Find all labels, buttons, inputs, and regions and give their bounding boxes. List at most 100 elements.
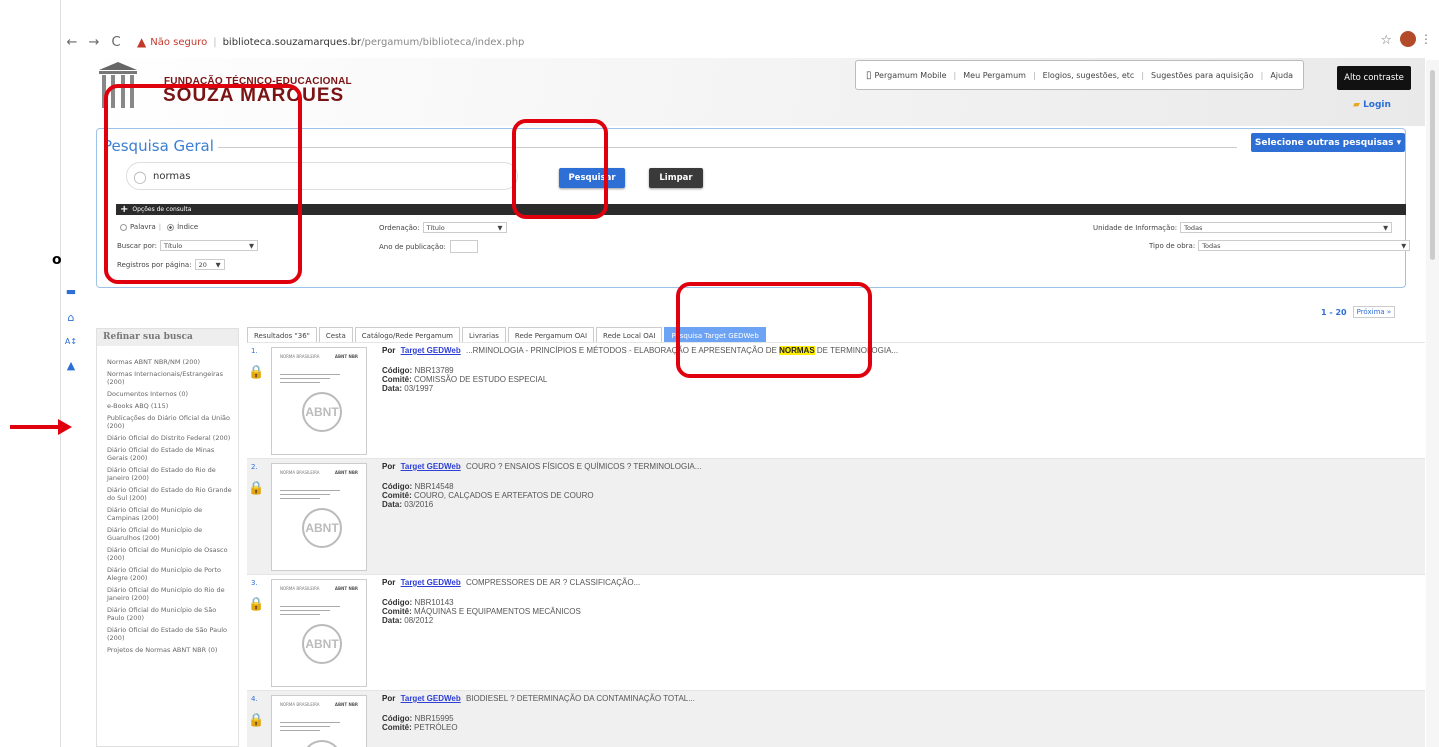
- document-thumbnail[interactable]: NORMA BRASILEIRA ABNT NBR ABNT: [271, 695, 367, 747]
- refine-item[interactable]: Projetos de Normas ABNT NBR (0): [107, 646, 232, 654]
- ordenacao-label: Ordenação:: [379, 223, 420, 232]
- annotation-box-search: [104, 84, 302, 284]
- result-number: 3.: [251, 579, 258, 587]
- refine-item[interactable]: Diário Oficial do Município do Rio de Ja…: [107, 586, 232, 602]
- link-elogios[interactable]: Elogios, sugestões, etc: [1043, 71, 1135, 80]
- unidade-row: Unidade de Informação: Todas ▼: [1093, 222, 1393, 233]
- mobile-icon: ▯: [866, 69, 872, 81]
- result-meta: Código: NBR10143 Comitê: MÁQUINAS E EQUI…: [382, 598, 581, 625]
- menu-kebab-icon[interactable]: ⋮: [1420, 32, 1432, 46]
- options-bar[interactable]: + Opções de consulta: [116, 204, 1406, 215]
- document-thumbnail[interactable]: NORMA BRASILEIRA ABNT NBR ABNT: [271, 463, 367, 571]
- page-range: 1 - 20: [1321, 307, 1347, 317]
- refine-item[interactable]: Diário Oficial do Estado de Minas Gerais…: [107, 446, 232, 462]
- document-thumbnail[interactable]: NORMA BRASILEIRA ABNT NBR ABNT: [271, 579, 367, 687]
- refine-item[interactable]: Diário Oficial do Estado de São Paulo (2…: [107, 626, 232, 642]
- scrollbar-thumb[interactable]: [1430, 70, 1435, 260]
- warning-icon: ▲: [137, 35, 147, 49]
- refine-item[interactable]: Diário Oficial do Município de Osasco (2…: [107, 546, 232, 562]
- document-thumbnail[interactable]: NORMA BRASILEIRA ABNT NBR ABNT: [271, 347, 367, 455]
- result-committee: MÁQUINAS E EQUIPAMENTOS MECÂNICOS: [414, 607, 581, 616]
- next-page-button[interactable]: Próxima »: [1352, 306, 1396, 318]
- abnt-seal-icon: ABNT: [302, 392, 342, 432]
- link-pergamum-mobile[interactable]: Pergamum Mobile: [875, 71, 947, 80]
- result-meta: Código: NBR15995 Comitê: PETRÓLEO: [382, 714, 458, 732]
- lock-icon[interactable]: 🔒: [248, 365, 264, 380]
- result-title: Por Target GEDWeb COMPRESSORES DE AR ? C…: [382, 578, 641, 587]
- target-gedweb-link[interactable]: Target GEDWeb: [401, 462, 461, 471]
- ano-input[interactable]: [449, 240, 478, 253]
- result-code: NBR13789: [414, 366, 454, 375]
- insecure-label: Não seguro: [150, 36, 208, 48]
- unidade-select[interactable]: Todas ▼: [1180, 222, 1393, 233]
- lock-icon[interactable]: 🔒: [248, 713, 264, 728]
- tipo-select[interactable]: Todas ▼: [1198, 240, 1411, 251]
- reload-icon[interactable]: C: [105, 35, 127, 50]
- result-committee: COURO, CALÇADOS E ARTEFATOS DE COURO: [414, 491, 594, 500]
- lock-icon[interactable]: 🔒: [248, 481, 264, 496]
- edge-fragment: o: [52, 252, 62, 268]
- target-gedweb-link[interactable]: Target GEDWeb: [401, 694, 461, 703]
- forward-icon[interactable]: →: [83, 35, 105, 50]
- refine-item[interactable]: Documentos Internos (0): [107, 390, 232, 398]
- tipo-row: Tipo de obra: Todas ▼: [1149, 240, 1411, 251]
- ano-row: Ano de publicação:: [379, 240, 478, 253]
- link-ajuda[interactable]: Ajuda: [1270, 71, 1293, 80]
- chevron-down-icon: ▾: [1396, 137, 1402, 148]
- result-row: 3. 🔒 NORMA BRASILEIRA ABNT NBR ABNT Por …: [247, 574, 1425, 690]
- result-row: 2. 🔒 NORMA BRASILEIRA ABNT NBR ABNT Por …: [247, 458, 1425, 574]
- url-host[interactable]: biblioteca.souzamarques.br: [223, 37, 362, 48]
- page-scrollbar[interactable]: [1426, 60, 1439, 747]
- scroll-up-icon[interactable]: ▲: [61, 359, 81, 372]
- result-date: 03/2016: [404, 500, 434, 509]
- lock-icon[interactable]: 🔒: [248, 597, 264, 612]
- result-title: Por Target GEDWeb COURO ? ENSAIOS FÍSICO…: [382, 462, 702, 471]
- link-sugestoes-aquisicao[interactable]: Sugestões para aquisição: [1151, 71, 1254, 80]
- refine-sidebar: Refinar sua busca Normas ABNT NBR/NM (20…: [96, 328, 239, 747]
- refine-item[interactable]: Diário Oficial do Município de São Paulo…: [107, 606, 232, 622]
- target-gedweb-link[interactable]: Target GEDWeb: [401, 578, 461, 587]
- url-divider: |: [213, 36, 217, 48]
- login-label: Login: [1363, 100, 1391, 110]
- ordenacao-select[interactable]: Título ▼: [422, 222, 507, 233]
- unidade-label: Unidade de Informação:: [1093, 223, 1178, 232]
- target-gedweb-link[interactable]: Target GEDWeb: [401, 346, 461, 355]
- result-row: 4. 🔒 NORMA BRASILEIRA ABNT NBR ABNT Por …: [247, 690, 1425, 747]
- refine-item[interactable]: e-Books ABQ (115): [107, 402, 232, 410]
- refine-item[interactable]: Publicações do Diário Oficial da União (…: [107, 414, 232, 430]
- ordenacao-row: Ordenação: Título ▼: [379, 222, 507, 233]
- result-committee: PETRÓLEO: [414, 723, 458, 732]
- back-icon[interactable]: ←: [61, 35, 83, 50]
- refine-item[interactable]: Diário Oficial do Distrito Federal (200): [107, 434, 232, 442]
- abnt-seal-icon: ABNT: [302, 508, 342, 548]
- folder-icon[interactable]: ▬: [61, 285, 81, 298]
- home-icon[interactable]: ⌂: [61, 311, 81, 324]
- select-other-searches-button[interactable]: Selecione outras pesquisas ▾: [1251, 133, 1405, 152]
- refine-title: Refinar sua busca: [97, 329, 238, 346]
- result-title: Por Target GEDWeb BIODIESEL ? DETERMINAÇ…: [382, 694, 695, 703]
- pagination: 1 - 20 Próxima »: [1321, 306, 1396, 318]
- refine-item[interactable]: Diário Oficial do Estado do Rio Grande d…: [107, 486, 232, 502]
- font-size-icon[interactable]: A↕: [61, 337, 81, 346]
- url-path[interactable]: /pergamum/biblioteca/index.php: [361, 37, 524, 48]
- browser-toolbar: ← → C ▲ Não seguro | biblioteca.souzamar…: [61, 25, 1439, 59]
- refine-item[interactable]: Normas Internacionais/Estrangeiras (200): [107, 370, 232, 386]
- annotation-arrow: [10, 425, 65, 429]
- chevron-down-icon: ▼: [1383, 223, 1389, 232]
- refine-list: Normas ABNT NBR/NM (200) Normas Internaci…: [97, 346, 238, 654]
- refine-item[interactable]: Diário Oficial do Município de Porto Ale…: [107, 566, 232, 582]
- refine-item[interactable]: Normas ABNT NBR/NM (200): [107, 358, 232, 366]
- login-icon: ▰: [1353, 100, 1360, 110]
- refine-item[interactable]: Diário Oficial do Município de Campinas …: [107, 506, 232, 522]
- clear-button[interactable]: Limpar: [649, 168, 703, 188]
- profile-avatar[interactable]: [1400, 31, 1416, 47]
- bookmark-star-icon[interactable]: ☆: [1380, 33, 1392, 48]
- refine-item[interactable]: Diário Oficial do Estado do Rio de Janei…: [107, 466, 232, 482]
- result-code: NBR14548: [414, 482, 454, 491]
- refine-item[interactable]: Diário Oficial do Município de Guarulhos…: [107, 526, 232, 542]
- high-contrast-button[interactable]: Alto contraste: [1337, 66, 1411, 90]
- link-meu-pergamum[interactable]: Meu Pergamum: [963, 71, 1026, 80]
- login-link[interactable]: ▰ Login: [1353, 100, 1391, 110]
- tipo-label: Tipo de obra:: [1149, 241, 1196, 250]
- result-number: 2.: [251, 463, 258, 471]
